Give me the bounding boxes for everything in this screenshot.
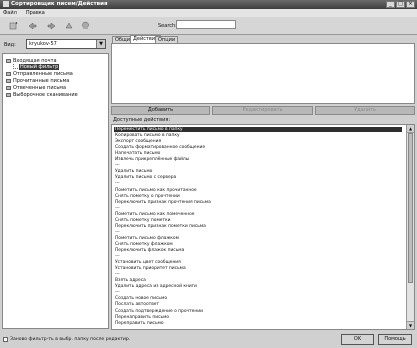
search-input[interactable] (176, 20, 236, 29)
ghost-icon[interactable] (80, 21, 90, 30)
available-actions-list[interactable]: Переместить письмо в папку Копировать пис… (111, 124, 415, 330)
available-actions-label: Доступные действия: (113, 117, 171, 123)
view-combo[interactable]: kryukov-57 ▼ (26, 39, 106, 49)
search-label: Search: (158, 23, 177, 29)
action-item[interactable]: Создать подтверждение о прочтении (115, 309, 203, 314)
folder-icon (6, 78, 11, 83)
action-item[interactable]: Пометить письмо как помеченное (115, 212, 194, 217)
separator: --- (115, 229, 120, 235)
app-icon (3, 1, 9, 7)
action-item[interactable]: Установить цвет сообщения (115, 260, 181, 265)
menu-bar: Файл Правка (0, 9, 417, 17)
action-item[interactable]: Создать новое письмо (115, 296, 167, 301)
action-buttons: Добавить Редактировать Удалить (111, 106, 415, 115)
action-item[interactable]: Удалить письмо с сервера (115, 175, 176, 180)
add-button[interactable]: Добавить (111, 106, 210, 115)
forward-icon[interactable] (46, 21, 56, 30)
move-icon[interactable] (64, 21, 74, 30)
tree-item-sent[interactable]: Отправленные письма (6, 71, 73, 77)
minimize-button[interactable]: _ (386, 1, 395, 8)
edit-button[interactable]: Редактировать (212, 106, 313, 115)
folder-icon (6, 92, 11, 97)
action-item[interactable]: Послать автоответ (115, 302, 159, 307)
action-item[interactable]: Напечатать письмо (115, 151, 160, 156)
tree-item-new-filter[interactable]: Новый фильтр (13, 64, 60, 70)
view-combo-value: kryukov-57 (29, 41, 57, 47)
help-button[interactable]: Помощь (378, 334, 412, 345)
action-item[interactable]: Экспорт сообщения (115, 139, 161, 144)
refilter-checkbox[interactable] (3, 337, 8, 342)
menu-file[interactable]: Файл (3, 10, 17, 16)
refilter-checkbox-label: Заново фильтр-ть в выбр. папку после ред… (10, 337, 131, 342)
scroll-up-icon[interactable]: ▲ (407, 125, 414, 133)
maximize-button[interactable]: □ (396, 1, 405, 8)
action-item[interactable]: Копировать письмо в папку (115, 133, 180, 138)
scroll-thumb[interactable] (408, 133, 413, 283)
action-item[interactable]: Снять пометку о прочтении (115, 194, 180, 199)
tree-item-answered[interactable]: Отвеченные письма (6, 85, 66, 91)
chevron-down-icon[interactable]: ▼ (96, 40, 105, 48)
tree-line-icon (13, 64, 18, 69)
action-item[interactable]: Снять пометку пометки (115, 218, 171, 223)
menu-edit[interactable]: Правка (26, 10, 45, 16)
folder-icon (6, 85, 11, 90)
tab-options[interactable]: Опции (155, 36, 179, 43)
scrollbar[interactable]: ▲ ▼ (406, 125, 414, 329)
action-item[interactable]: Пометить письмо как прочитанное (115, 188, 197, 193)
action-item[interactable]: Переключить признак прочтения письма (115, 200, 211, 205)
ok-button[interactable]: OK (341, 334, 374, 345)
tree-item-selective-scan[interactable]: Выборочное сканивание (6, 92, 78, 98)
action-item[interactable]: Взять адреса (115, 278, 146, 283)
action-item[interactable]: Удалить адреса из адресной книги (115, 284, 197, 289)
action-item[interactable]: Переключить признак пометки письма (115, 224, 206, 229)
action-item[interactable]: Пометить письмо флажком (115, 236, 179, 241)
action-item[interactable]: Установить приоритет письма (115, 266, 186, 271)
new-icon[interactable] (8, 21, 18, 30)
tree-item-read[interactable]: Прочитанные письма (6, 78, 69, 84)
separator: --- (115, 181, 120, 187)
action-item[interactable]: Снять пометку флажком (115, 242, 173, 247)
back-icon[interactable] (27, 21, 37, 30)
action-item[interactable]: Переправить письмо (115, 321, 164, 326)
scroll-down-icon[interactable]: ▼ (407, 321, 414, 329)
title-bar: Сортировщик писем/Действия (0, 0, 417, 9)
filter-tree: Входящая почта Новый фильтр Отправленные… (2, 53, 109, 329)
separator: --- (115, 272, 120, 278)
action-item[interactable]: Переместить письмо в папку (114, 127, 402, 132)
window-title: Сортировщик писем/Действия (11, 1, 108, 7)
separator: --- (115, 163, 120, 169)
action-item[interactable]: Извлечь прикреплённые файлы (115, 157, 189, 162)
window-controls: _ □ × (386, 1, 415, 8)
delete-button[interactable]: Удалить (315, 106, 415, 115)
separator: --- (115, 205, 120, 211)
separator: --- (115, 290, 120, 296)
action-item[interactable]: Создать форматированное сообщение (115, 145, 205, 150)
action-item[interactable]: Удалить письмо (115, 169, 152, 174)
selected-actions-box[interactable] (111, 43, 415, 104)
action-item[interactable]: Перенаправить письмо (115, 315, 169, 320)
folder-icon (6, 71, 11, 76)
view-label: Вид: (4, 42, 16, 48)
folder-icon (6, 58, 11, 63)
close-button[interactable]: × (406, 1, 415, 8)
action-item[interactable]: Переключить флажок письма (115, 248, 184, 253)
separator: --- (115, 254, 120, 260)
